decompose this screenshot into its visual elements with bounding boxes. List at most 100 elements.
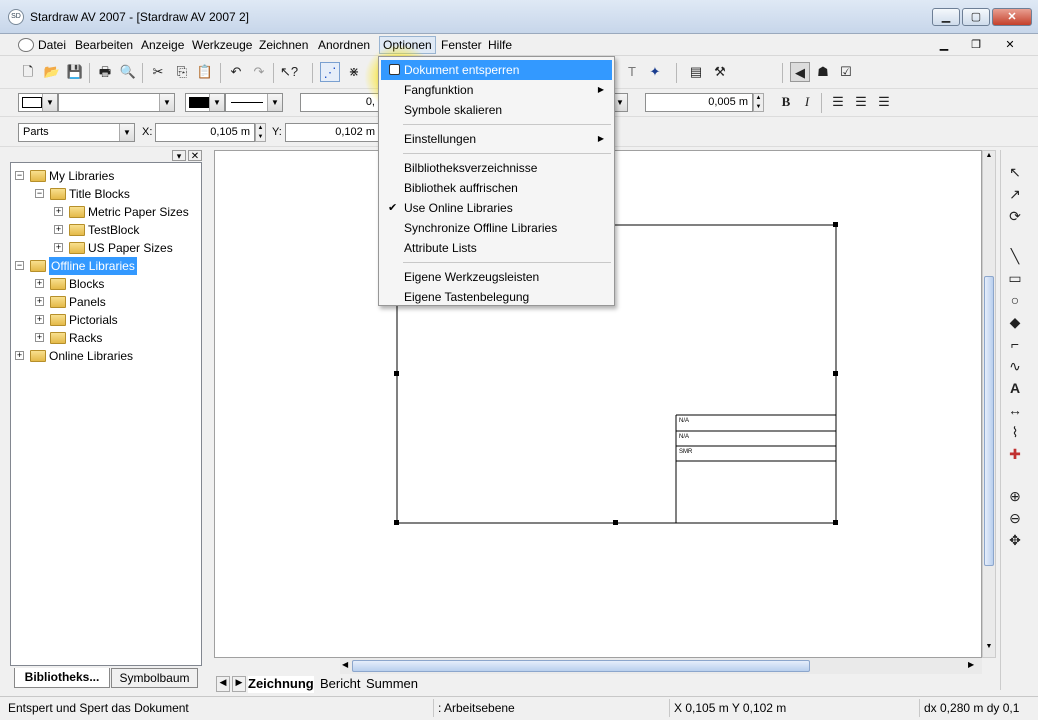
menu-item-einstellungen[interactable]: Einstellungen ▶ xyxy=(381,129,612,149)
line-color-picker[interactable]: ▼ xyxy=(185,93,225,112)
expand-icon[interactable]: + xyxy=(54,225,63,234)
mask-icon[interactable]: ☗ xyxy=(813,62,833,82)
vertical-scroll-thumb[interactable] xyxy=(984,276,994,566)
mdi-restore-button[interactable]: ❐ xyxy=(962,36,990,54)
line-width-field[interactable]: 0, xyxy=(300,93,380,112)
mdi-close-button[interactable]: ✕ xyxy=(996,36,1024,54)
polygon-tool-icon[interactable]: ◆ xyxy=(1005,312,1025,332)
paste-icon[interactable]: 📋 xyxy=(195,62,215,82)
italic-icon[interactable]: I xyxy=(797,92,817,112)
tab-bericht[interactable]: Bericht xyxy=(320,676,360,693)
tab-summen[interactable]: Summen xyxy=(366,676,418,693)
parts-select[interactable]: Parts ▼ xyxy=(18,123,135,142)
collapse-icon[interactable]: − xyxy=(15,171,24,180)
snap-grid-icon[interactable]: ⋰ xyxy=(320,62,340,82)
expand-icon[interactable]: + xyxy=(54,207,63,216)
mdi-minimize-button[interactable]: ▁ xyxy=(930,36,958,54)
copy-icon[interactable]: ⎘ xyxy=(172,62,192,82)
fill-color-picker[interactable]: ▼ xyxy=(18,93,58,112)
tab-scroll-left-icon[interactable]: ◀ xyxy=(216,676,230,692)
menu-item-eigene-werkzeugsleisten[interactable]: Eigene Werkzeugsleisten xyxy=(381,267,612,287)
fill-pattern-select[interactable]: ▼ xyxy=(58,93,175,112)
pan-icon[interactable]: ✥ xyxy=(1005,530,1025,550)
line-tool-icon[interactable]: ╲ xyxy=(1005,246,1025,266)
menu-item-bilbliotheksverzeichnisse[interactable]: Bilbliotheksverzeichnisse xyxy=(381,158,612,178)
expand-icon[interactable]: + xyxy=(35,315,44,324)
menu-item-eigene-tastenbelegung[interactable]: Eigene Tastenbelegung xyxy=(381,287,612,307)
spin-updown-icon[interactable]: ▲ ▼ xyxy=(753,93,764,112)
properties-icon[interactable]: ▤ xyxy=(686,62,706,82)
undo-icon[interactable]: ↶ xyxy=(226,62,246,82)
selection-handle[interactable] xyxy=(833,520,838,525)
tree-item[interactable]: + Online Libraries xyxy=(11,347,201,365)
checklist-icon[interactable]: ☑ xyxy=(836,62,856,82)
tab-zeichnung[interactable]: Zeichnung xyxy=(248,676,314,693)
selection-handle[interactable] xyxy=(833,222,838,227)
tree-item[interactable]: − My Libraries xyxy=(11,167,201,185)
document-icon[interactable] xyxy=(18,38,34,52)
close-icon[interactable]: ✕ xyxy=(188,150,202,162)
print-icon[interactable]: 🖶 xyxy=(95,62,115,82)
horizontal-scroll-thumb[interactable] xyxy=(352,660,810,672)
menu-werkzeuge[interactable]: Werkzeuge xyxy=(189,37,255,53)
text-tool-icon[interactable]: A xyxy=(1005,378,1025,398)
dock-icon[interactable]: ▾ xyxy=(172,150,186,161)
hammer-icon[interactable]: ⚒ xyxy=(710,62,730,82)
menu-anzeige[interactable]: Anzeige xyxy=(138,37,187,53)
close-button[interactable]: ✕ xyxy=(992,8,1032,26)
menu-item-dokument-entsperren[interactable]: Dokument entsperren xyxy=(381,60,612,80)
selection-handle[interactable] xyxy=(394,520,399,525)
tree-item[interactable]: − Title Blocks xyxy=(11,185,201,203)
tree-item[interactable]: − Offline Libraries xyxy=(11,257,201,275)
print-preview-icon[interactable]: 🔍 xyxy=(118,62,138,82)
menu-item-synchronize-offline-libraries[interactable]: Synchronize Offline Libraries xyxy=(381,218,612,238)
align-left-icon[interactable]: ☰ xyxy=(828,92,848,112)
curve-tool-icon[interactable]: ∿ xyxy=(1005,356,1025,376)
new-file-icon[interactable]: 🗋 xyxy=(18,62,38,82)
speaker-icon[interactable]: ◀ xyxy=(790,62,810,82)
crosshair-icon[interactable]: ✦ xyxy=(645,62,665,82)
expand-icon[interactable]: + xyxy=(54,243,63,252)
menu-fenster[interactable]: Fenster xyxy=(438,37,485,53)
expand-icon[interactable]: + xyxy=(35,333,44,342)
menu-hilfe[interactable]: Hilfe xyxy=(485,37,515,53)
tree-item[interactable]: + Panels xyxy=(11,293,201,311)
scroll-up-icon[interactable]: ▲ xyxy=(984,152,994,164)
open-folder-icon[interactable]: 📂 xyxy=(42,62,62,82)
ellipse-tool-icon[interactable]: ○ xyxy=(1005,290,1025,310)
maximize-button[interactable]: ▢ xyxy=(962,8,990,26)
tree-item[interactable]: + TestBlock xyxy=(11,221,201,239)
minimize-button[interactable]: ▁ xyxy=(932,8,960,26)
help-pointer-icon[interactable]: ↖? xyxy=(279,62,299,82)
text-height-field[interactable]: 0,005 m xyxy=(645,93,753,112)
align-center-icon[interactable]: ☰ xyxy=(851,92,871,112)
tree-item[interactable]: + Pictorials xyxy=(11,311,201,329)
select-arrow-icon[interactable]: ↖ xyxy=(1005,162,1025,182)
app-icon[interactable]: SD xyxy=(8,9,24,25)
scroll-down-icon[interactable]: ▼ xyxy=(984,643,994,655)
tree-item[interactable]: + Blocks xyxy=(11,275,201,293)
connector-tool-icon[interactable]: ⌐ xyxy=(1005,334,1025,354)
rectangle-tool-icon[interactable]: ▭ xyxy=(1005,268,1025,288)
expand-icon[interactable]: + xyxy=(15,351,24,360)
cut-icon[interactable]: ✂ xyxy=(148,62,168,82)
menu-anordnen[interactable]: Anordnen xyxy=(315,37,373,53)
menu-item-symbole-skalieren[interactable]: Symbole skalieren xyxy=(381,100,612,120)
tab-symbolbaum[interactable]: Symbolbaum xyxy=(111,668,198,688)
symbol-tool-icon[interactable]: ✚ xyxy=(1005,444,1025,464)
line-style-select[interactable]: ▼ xyxy=(225,93,283,112)
menu-item-bibliothek-auffrischen[interactable]: Bibliothek auffrischen xyxy=(381,178,612,198)
tab-bibliotheks[interactable]: Bibliotheks... xyxy=(14,668,110,688)
tree-item[interactable]: + Racks xyxy=(11,329,201,347)
expand-icon[interactable]: + xyxy=(35,279,44,288)
zoom-in-icon[interactable]: ⊕ xyxy=(1005,486,1025,506)
tab-scroll-right-icon[interactable]: ▶ xyxy=(232,676,246,692)
menu-bearbeiten[interactable]: Bearbeiten xyxy=(72,37,136,53)
align-right-icon[interactable]: ☰ xyxy=(874,92,894,112)
menu-item-attribute-lists[interactable]: Attribute Lists xyxy=(381,238,612,258)
horizontal-scrollbar[interactable]: ◀ ▶ xyxy=(340,658,982,674)
tree-item[interactable]: + US Paper Sizes xyxy=(11,239,201,257)
rotate-icon[interactable]: ⟳ xyxy=(1005,206,1025,226)
spin-updown-icon[interactable]: ▲ ▼ xyxy=(255,123,266,142)
expand-icon[interactable]: + xyxy=(35,297,44,306)
